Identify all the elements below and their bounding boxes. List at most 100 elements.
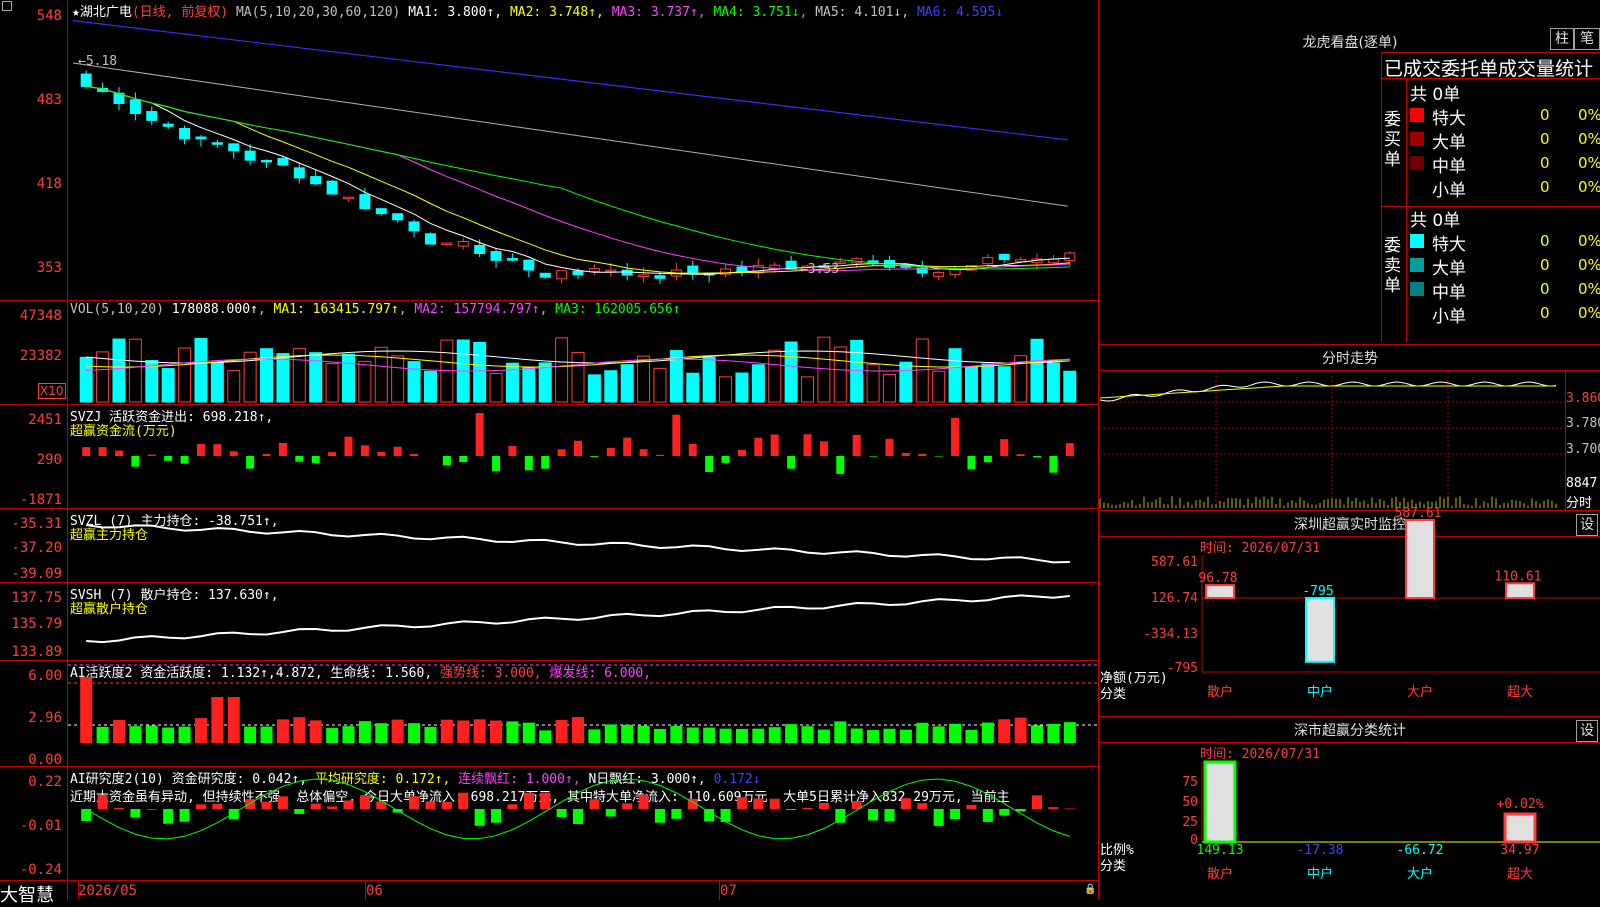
sz-value: -795 [1302,584,1333,599]
flow-bar [394,447,402,456]
activity-bar [933,726,945,743]
volume-chart[interactable] [68,322,1098,402]
divider [1381,52,1382,342]
flow-bar [836,456,844,474]
flow-bar [377,452,385,456]
volume-bar [179,348,191,402]
volume-bar [408,362,420,402]
volume-bar [261,349,273,402]
order-row: 特大00% [1408,104,1600,126]
research-bar [311,804,321,809]
class-stat-chart[interactable]: 7550250比例%分类149.13散户-17.38中户-66.72大户34.9… [1100,742,1600,900]
volume-bar [752,365,764,402]
ai1-tick: 2.96 [0,710,62,726]
bar-mode-button[interactable]: 柱 [1550,28,1574,50]
sz-ytick: 587.61 [1151,555,1198,570]
lock-icon[interactable]: 🔒 [1084,884,1096,895]
volume-bar [359,361,371,402]
flow-bar [607,448,615,456]
research-bar [671,809,681,819]
flow-bar [99,447,107,456]
price-tick: 353 [0,260,62,276]
volume-bar [162,369,174,402]
flow-bar [967,456,975,469]
volume-bar [933,371,945,402]
research-bar [753,799,763,809]
activity-bar [293,717,305,743]
class-settings-button[interactable]: 设 [1576,720,1598,742]
sz-settings-button[interactable]: 设 [1576,514,1598,536]
activity-bar [703,728,715,743]
candle-body [557,271,567,279]
flow-bar [754,438,762,456]
activity-bar [424,727,436,743]
activity-bar [539,730,551,743]
research-bar [278,796,288,809]
intraday-chart[interactable] [1100,372,1565,508]
activity-bar [441,720,453,743]
flow-bar [82,447,90,456]
research-bar [425,801,435,809]
flow-bar [295,456,303,462]
research-bar [475,809,485,826]
activity-bar [916,723,928,743]
candle-body [507,259,517,261]
flow-bar [312,456,320,463]
row-pct: 0% [1578,280,1600,298]
research-bar [901,798,911,809]
swatch [1410,132,1424,146]
research-bar [524,793,534,809]
tick-mode-button[interactable]: 笔 [1574,28,1600,50]
activity-bar [392,720,404,743]
candle-body [589,269,599,272]
research-bar [114,808,124,809]
flow-bar [263,454,271,456]
sell-side-label: 委卖单 [1384,236,1404,296]
activity-bar [982,723,994,743]
candle-body [278,159,288,166]
row-name: 特大 [1432,230,1466,255]
svsh-chart[interactable] [68,583,1098,659]
research-bar [540,793,550,809]
svzl-chart[interactable] [68,509,1098,581]
intraday-tick: 3.700 [1566,442,1600,457]
order-row: 中单00% [1408,152,1600,174]
candle-body [376,209,386,214]
activity-bar [506,721,518,743]
research-bar [458,793,468,809]
research-bar [606,809,616,817]
flow-bar [476,413,484,456]
cls-axis-name: 比例% [1100,843,1134,858]
research-bar [819,803,829,809]
cls-top-label: +0.02% [1497,797,1544,812]
stat-tabs[interactable]: 已成交委托单成交量统计 [1384,54,1593,81]
ai1-chart[interactable] [68,661,1098,765]
order-row: 小单00% [1408,176,1600,198]
candle-body [212,143,222,145]
activity-bar [883,729,895,743]
ma-line [86,86,1070,270]
row-count: 0 [1540,154,1550,172]
activity-bar [588,729,600,743]
flow-bar [804,434,812,456]
candle-body [147,112,157,121]
research-bar [704,809,714,821]
sz-bar [1506,583,1534,598]
sz-monitor-chart[interactable]: 587.61126.74-334.13-795净额(万元)分类96.78散户-7… [1100,536,1600,716]
row-pct: 0% [1578,304,1600,322]
flow-bar [574,441,582,456]
activity-bar [752,729,764,743]
holding-line [86,595,1070,642]
flow-bar [525,456,533,470]
vol-unit-badge[interactable]: X10 [38,383,66,399]
candlestick-chart[interactable] [68,14,1098,299]
research-bar [163,809,173,824]
svzj-chart[interactable] [68,406,1098,506]
ai2-chart[interactable] [68,767,1098,879]
activity-bar [900,730,912,743]
volume-bar [834,347,846,402]
date-tick [78,880,79,900]
activity-bar [146,726,158,743]
activity-bar [97,727,109,743]
flow-bar [1066,443,1074,456]
